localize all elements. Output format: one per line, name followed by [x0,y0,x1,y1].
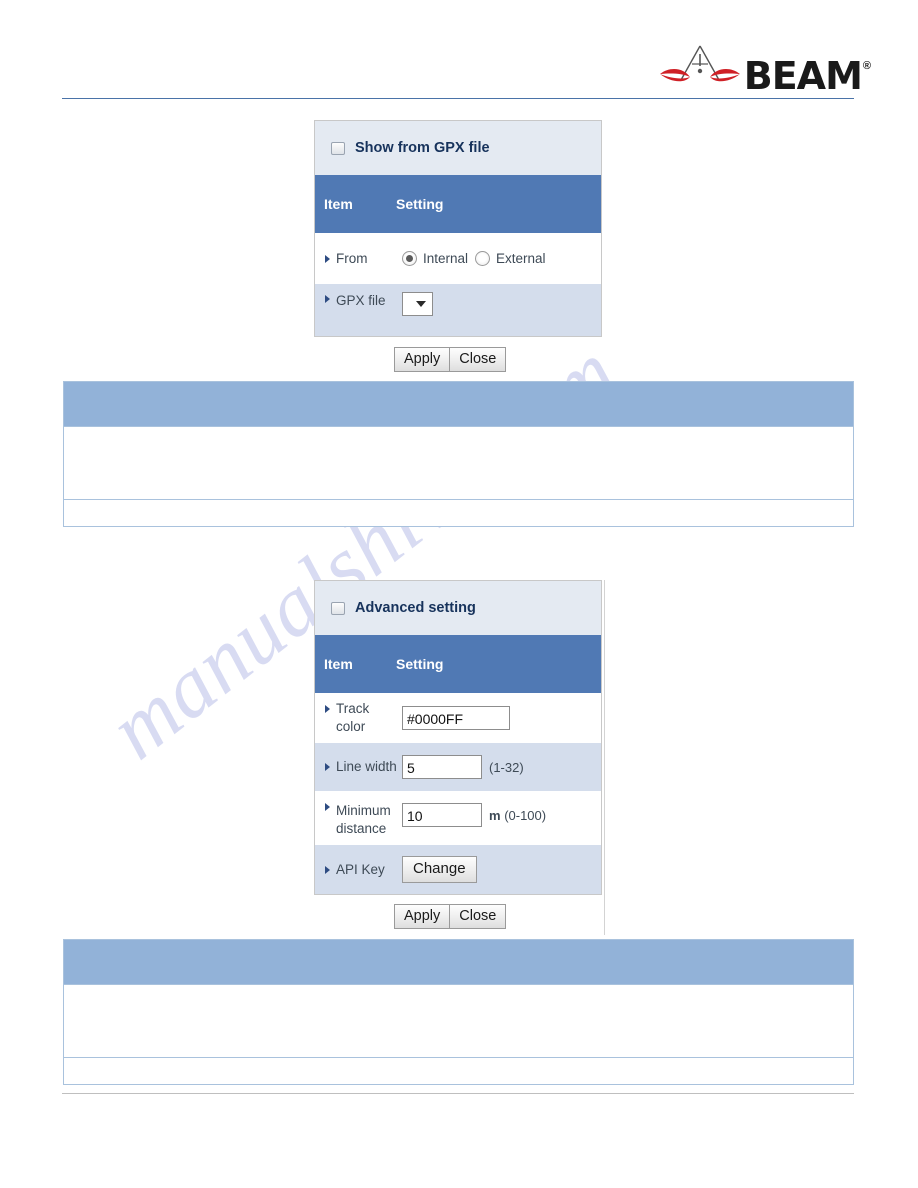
panel-title: Advanced setting [355,600,476,616]
row-label-api-key: API Key [324,861,402,879]
change-api-key-button[interactable]: Change [402,856,477,883]
row-value-line-width: 5 (1-32) [402,755,524,779]
minimize-box-icon[interactable] [331,141,345,155]
panel-frame-line [604,580,605,935]
minimum-distance-input[interactable]: 10 [402,803,482,827]
row-value-track-color: #0000FF [402,706,510,730]
row-value-gpx-file [402,290,433,316]
panel-actions-gpx: Apply Close [394,347,507,372]
radio-internal-dot[interactable] [402,251,417,266]
row-label-text: Track color [336,701,370,734]
row-label-line-width: Line width [324,758,402,776]
row-label-text: Minimum distance [336,803,391,836]
column-header-item: Item [324,196,353,212]
note-table-body [64,426,853,499]
note-table-header [64,940,853,984]
panel-column-header: Item Setting [315,635,601,693]
line-width-range-hint: (1-32) [489,759,524,775]
row-from: From Internal External [315,233,601,283]
column-header-setting: Setting [396,656,444,672]
row-value-from: Internal External [402,251,546,266]
row-label-from: From [324,250,402,268]
unit-meter: m [489,807,501,823]
close-button[interactable]: Close [449,904,507,929]
panel-title-bar: Advanced setting [315,581,601,635]
bullet-triangle-icon [325,295,330,303]
bullet-triangle-icon [325,763,330,771]
row-label-track-color: Track color [324,700,402,736]
row-gpx-file: GPX file [315,283,601,336]
note-table-body [64,984,853,1057]
bullet-triangle-icon [325,803,330,811]
brand-registered-mark: ® [862,60,871,72]
panel-column-header: Item Setting [315,175,601,233]
panel-title: Show from GPX file [355,140,490,156]
radio-external[interactable]: External [475,251,546,266]
radio-internal[interactable]: Internal [402,251,468,266]
row-label-text: From [336,250,368,266]
row-label-minimum-distance: Minimum distance [324,798,402,838]
row-value-minimum-distance: 10 m (0-100) [402,798,546,827]
brand-logo: BEAM ® [656,44,871,98]
row-label-gpx-file: GPX file [324,290,402,310]
bullet-triangle-icon [325,705,330,713]
row-minimum-distance: Minimum distance 10 m (0-100) [315,791,601,844]
footer-divider [62,1093,854,1094]
minimize-box-icon[interactable] [331,601,345,615]
track-color-input[interactable]: #0000FF [402,706,510,730]
row-label-text: Line width [336,759,397,774]
line-width-input[interactable]: 5 [402,755,482,779]
panel-title-bar: Show from GPX file [315,121,601,175]
radio-external-label: External [496,251,546,266]
row-label-text: API Key [336,861,385,877]
gpx-file-select[interactable] [402,292,433,316]
row-api-key: API Key Change [315,844,601,894]
apply-button[interactable]: Apply [394,347,450,372]
minimum-distance-range-hint: (0-100) [504,807,547,823]
note-table-bottom [63,939,854,1085]
radio-external-dot[interactable] [475,251,491,266]
note-table-footer [64,499,853,526]
row-track-color: Track color #0000FF [315,693,601,742]
note-table-header [64,382,853,426]
apply-button[interactable]: Apply [394,904,450,929]
row-line-width: Line width 5 (1-32) [315,742,601,791]
note-table-top [63,381,854,527]
radio-internal-label: Internal [423,251,469,266]
panel-show-from-gpx-file: Show from GPX file Item Setting From Int… [314,120,602,337]
close-button[interactable]: Close [449,347,507,372]
chevron-down-icon [416,301,426,307]
row-value-api-key: Change [402,856,477,883]
column-header-item: Item [324,656,353,672]
panel-advanced-setting: Advanced setting Item Setting Track colo… [314,580,602,895]
panel-actions-advanced: Apply Close [394,904,507,929]
bullet-triangle-icon [325,254,330,263]
note-table-footer [64,1057,853,1084]
page-header: BEAM ® [0,0,918,100]
brand-name: BEAM [743,53,863,98]
column-header-setting: Setting [396,196,444,212]
bullet-triangle-icon [325,865,330,874]
row-label-text: GPX file [336,293,386,308]
minimum-distance-unit-hint: m (0-100) [489,808,546,823]
beam-antenna-logo-icon [656,44,744,92]
